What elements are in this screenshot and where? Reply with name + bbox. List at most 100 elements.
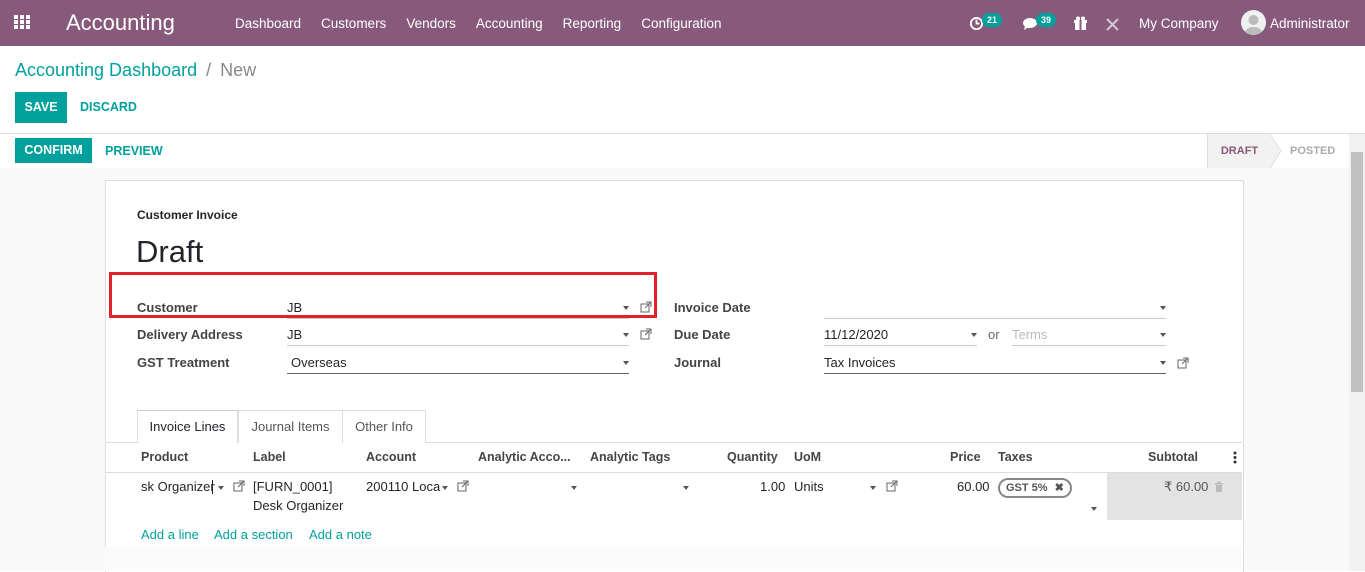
- invoice-sheet: [105, 180, 1244, 572]
- dropdown-caret-icon[interactable]: [1160, 306, 1166, 310]
- dropdown-caret-icon[interactable]: [971, 333, 977, 337]
- due-date-field[interactable]: 11/12/2020: [824, 325, 977, 346]
- dropdown-caret-icon[interactable]: [1160, 361, 1166, 365]
- menu-configuration[interactable]: Configuration: [631, 0, 731, 46]
- row-account[interactable]: 200110 Loca: [366, 479, 440, 494]
- row-price[interactable]: 60.00: [957, 479, 990, 494]
- due-date-label: Due Date: [674, 327, 731, 342]
- menu-vendors[interactable]: Vendors: [396, 0, 466, 46]
- menu-accounting[interactable]: Accounting: [466, 0, 553, 46]
- delivery-address-value: JB: [287, 327, 303, 342]
- gift-icon: [1074, 16, 1087, 30]
- analytic-tags-caret-icon[interactable]: [683, 486, 689, 490]
- menu-customers[interactable]: Customers: [311, 0, 396, 46]
- status-bar: CONFIRM PREVIEW DRAFT POSTED: [0, 133, 1365, 169]
- tab-journal-items[interactable]: Journal Items: [238, 410, 343, 443]
- tax-tag-label: GST 5%: [1006, 482, 1048, 494]
- external-link-icon[interactable]: [457, 480, 469, 492]
- payment-terms-field[interactable]: Terms: [1012, 325, 1166, 346]
- invoice-date-label: Invoice Date: [674, 300, 751, 315]
- main-menu: Dashboard Customers Vendors Accounting R…: [225, 0, 732, 46]
- delivery-address-label: Delivery Address: [137, 327, 243, 342]
- breadcrumb-parent[interactable]: Accounting Dashboard: [15, 60, 197, 80]
- column-subtotal[interactable]: Subtotal: [1148, 450, 1198, 464]
- user-avatar-icon: [1244, 15, 1263, 35]
- column-analytic-tags[interactable]: Analytic Tags: [590, 450, 670, 464]
- save-button[interactable]: SAVE: [15, 92, 67, 123]
- tab-invoice-lines[interactable]: Invoice Lines: [137, 410, 238, 443]
- analytic-account-caret-icon[interactable]: [571, 486, 577, 490]
- row-label-line2[interactable]: Desk Organizer: [253, 498, 343, 513]
- add-note-link[interactable]: Add a note: [309, 527, 372, 542]
- add-line-link[interactable]: Add a line: [141, 527, 199, 542]
- invoice-date-field[interactable]: [824, 298, 1166, 319]
- column-price[interactable]: Price: [950, 450, 981, 464]
- avatar[interactable]: [1241, 10, 1266, 35]
- tools-icon: [1106, 18, 1119, 31]
- table-footer: [105, 547, 1242, 571]
- dropdown-caret-icon[interactable]: [623, 361, 629, 365]
- external-link-icon[interactable]: [886, 480, 898, 492]
- column-quantity[interactable]: Quantity: [727, 450, 778, 464]
- scrollbar-thumb[interactable]: [1351, 152, 1363, 392]
- row-product[interactable]: sk Organizer: [141, 479, 215, 494]
- table-header-divider: [105, 472, 1242, 473]
- dropdown-caret-icon[interactable]: [218, 486, 224, 490]
- column-product[interactable]: Product: [141, 450, 188, 464]
- tab-other-info[interactable]: Other Info: [342, 410, 426, 443]
- tax-tag[interactable]: GST 5% ✖: [998, 478, 1072, 498]
- remove-tag-icon[interactable]: ✖: [1055, 482, 1064, 494]
- column-account[interactable]: Account: [366, 450, 416, 464]
- menu-reporting[interactable]: Reporting: [553, 0, 632, 46]
- column-label[interactable]: Label: [253, 450, 286, 464]
- column-taxes[interactable]: Taxes: [998, 450, 1033, 464]
- confirm-button[interactable]: CONFIRM: [15, 138, 92, 163]
- breadcrumb-current: New: [220, 60, 257, 80]
- stage-draft[interactable]: DRAFT: [1207, 134, 1271, 168]
- or-label: or: [988, 327, 1000, 342]
- activity-count-badge: 21: [982, 13, 1003, 27]
- terms-placeholder: Terms: [1012, 327, 1048, 342]
- external-link-icon[interactable]: [640, 328, 652, 340]
- text-cursor: [212, 480, 213, 494]
- dropdown-caret-icon[interactable]: [870, 486, 876, 490]
- customer-highlight-box: [109, 272, 657, 318]
- trash-icon[interactable]: [1214, 481, 1224, 492]
- gst-treatment-label: GST Treatment: [137, 355, 230, 370]
- dropdown-caret-icon[interactable]: [623, 333, 629, 337]
- gst-treatment-value: Overseas: [291, 355, 347, 370]
- company-switcher[interactable]: My Company: [1139, 0, 1219, 46]
- taxes-caret-icon[interactable]: [1091, 507, 1097, 511]
- breadcrumb-separator: /: [206, 60, 212, 80]
- preview-button[interactable]: PREVIEW: [105, 144, 163, 158]
- invoice-state-title: Draft: [136, 234, 204, 269]
- gst-treatment-select[interactable]: Overseas: [287, 353, 629, 374]
- menu-dashboard[interactable]: Dashboard: [225, 0, 311, 46]
- row-label-line1[interactable]: [FURN_0001]: [253, 479, 332, 494]
- user-menu[interactable]: Administrator: [1270, 0, 1350, 46]
- top-navbar: Accounting Dashboard Customers Vendors A…: [0, 0, 1365, 46]
- dropdown-caret-icon[interactable]: [1160, 333, 1166, 337]
- journal-label: Journal: [674, 355, 721, 370]
- column-options-icon[interactable]: [1233, 451, 1237, 467]
- add-section-link[interactable]: Add a section: [214, 527, 293, 542]
- due-date-value: 11/12/2020: [824, 327, 889, 342]
- column-uom[interactable]: UoM: [794, 450, 821, 464]
- apps-grid-icon[interactable]: [14, 15, 32, 30]
- stage-posted[interactable]: POSTED: [1290, 134, 1335, 168]
- discard-button[interactable]: DISCARD: [80, 100, 137, 114]
- breadcrumb: Accounting Dashboard / New: [15, 60, 256, 81]
- external-link-icon[interactable]: [1177, 357, 1189, 369]
- delivery-address-field[interactable]: JB: [287, 325, 629, 346]
- invoice-type-label: Customer Invoice: [137, 208, 238, 222]
- messages-count-badge: 39: [1036, 13, 1057, 27]
- stage-arrow-icon: [1270, 134, 1282, 168]
- row-uom[interactable]: Units: [794, 479, 824, 494]
- journal-field[interactable]: Tax Invoices: [824, 353, 1166, 374]
- column-analytic-account[interactable]: Analytic Acco...: [478, 450, 571, 464]
- external-link-icon[interactable]: [233, 480, 245, 492]
- row-quantity[interactable]: 1.00: [760, 479, 785, 494]
- dropdown-caret-icon[interactable]: [442, 486, 448, 490]
- app-title[interactable]: Accounting: [66, 10, 175, 36]
- journal-value: Tax Invoices: [824, 355, 896, 370]
